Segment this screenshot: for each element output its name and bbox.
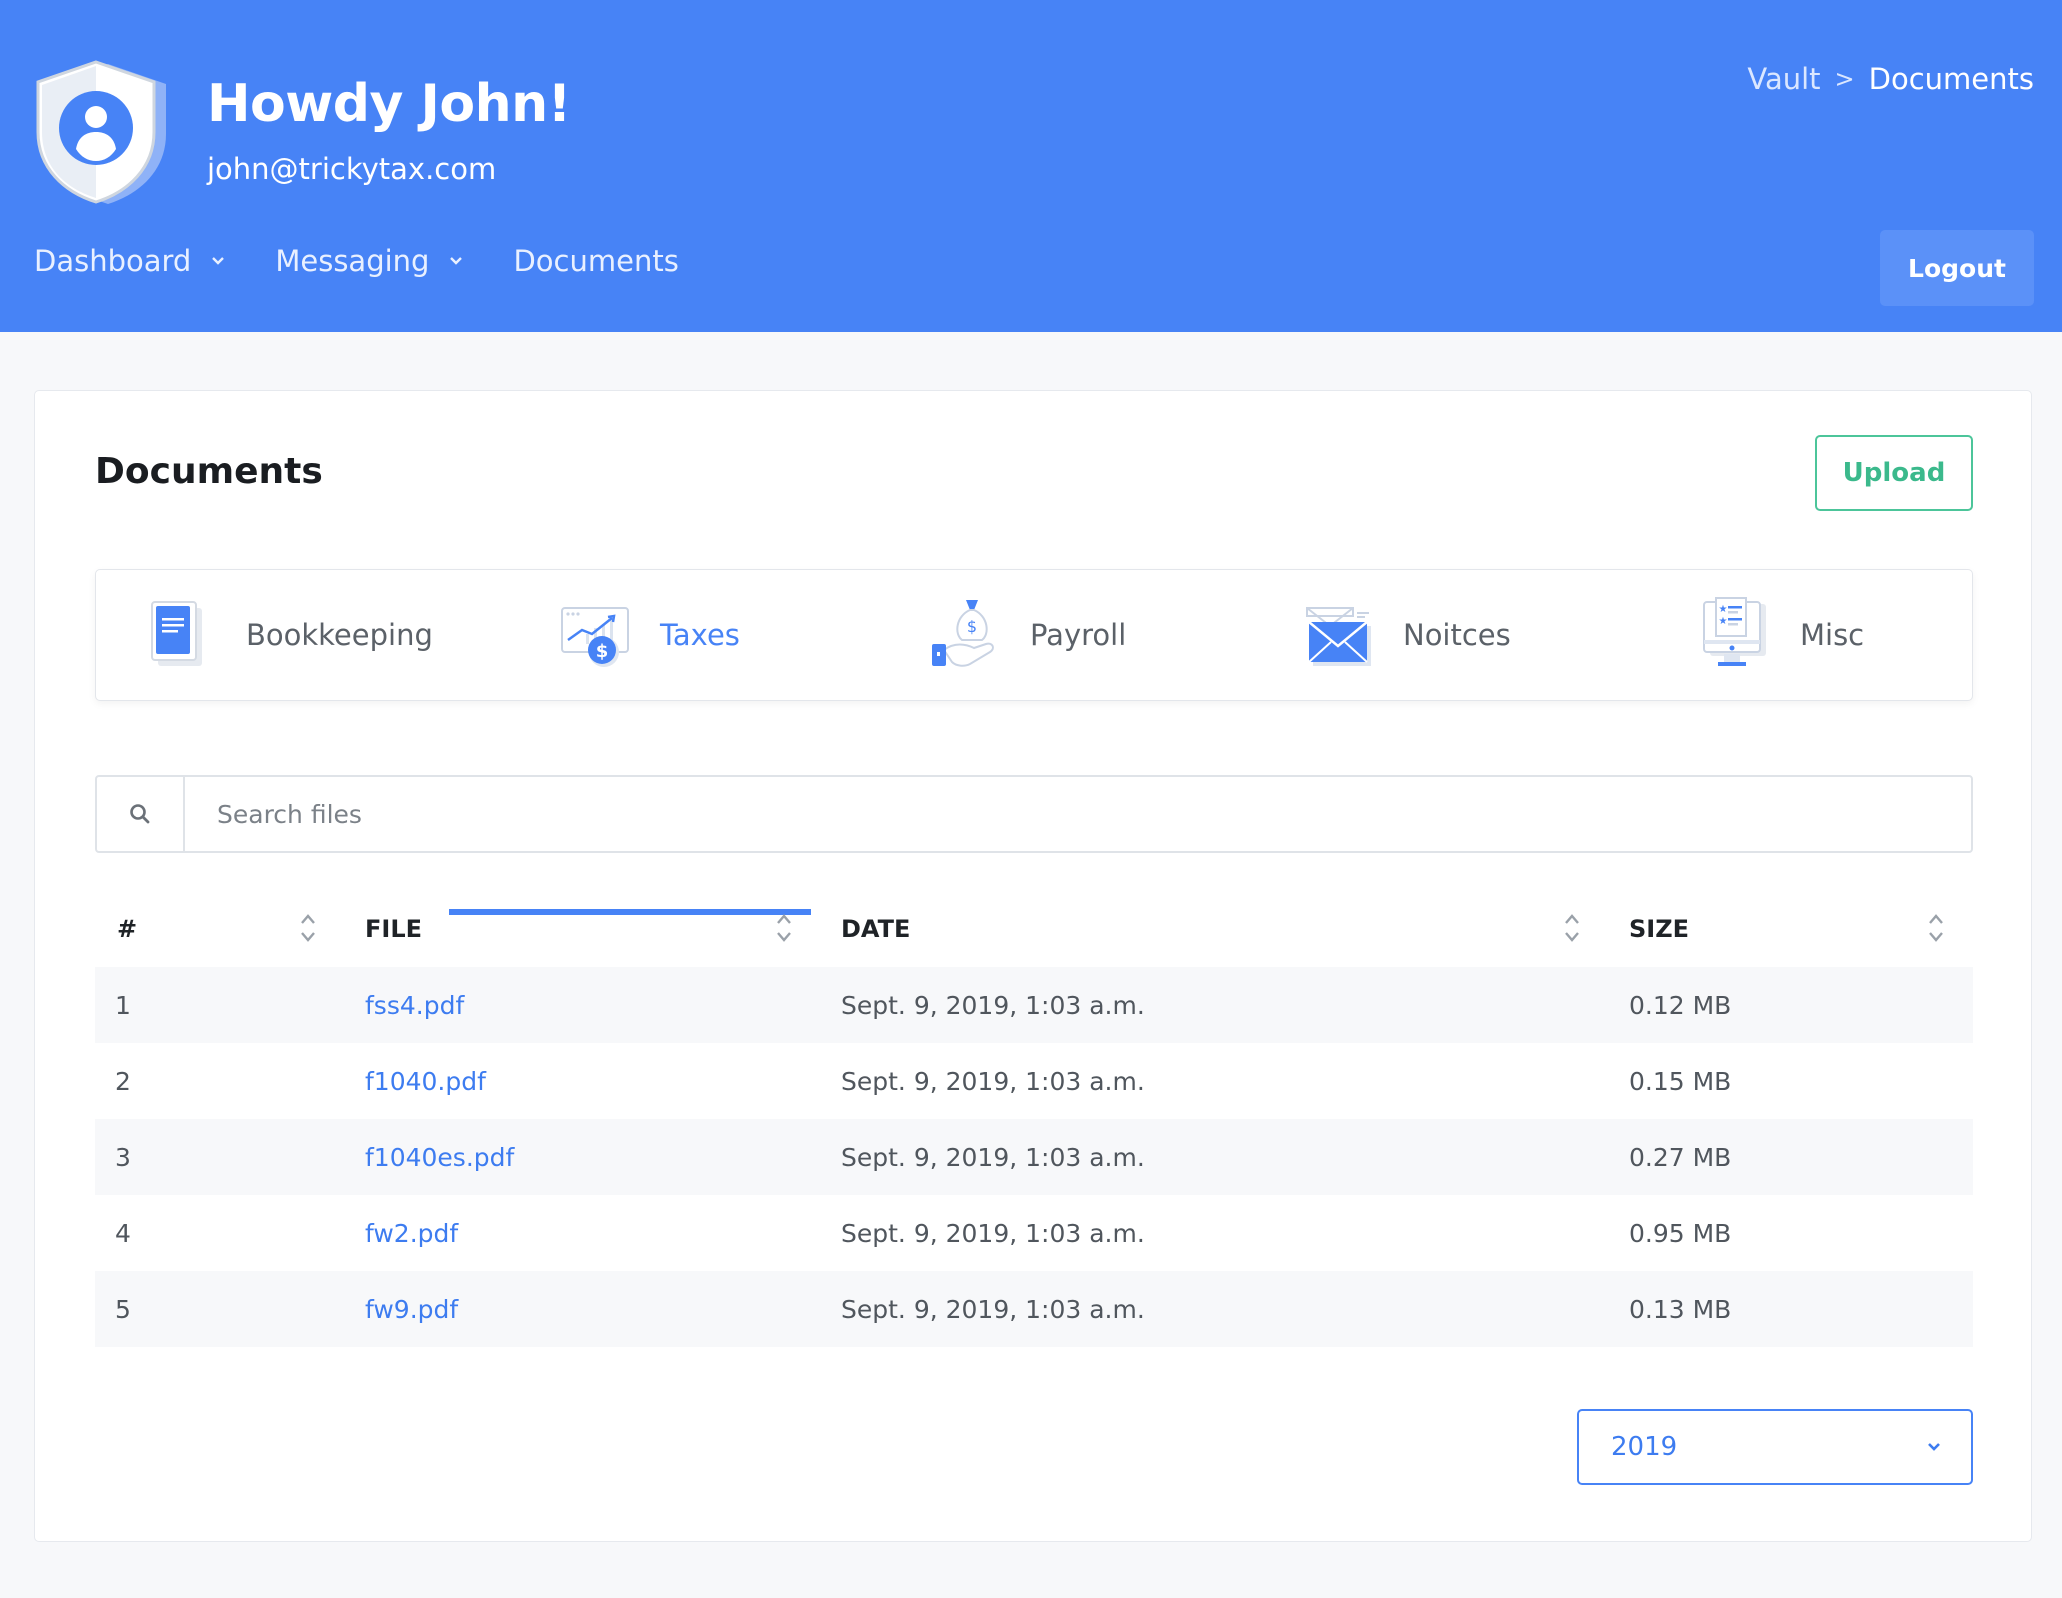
envelope-icon [1306, 607, 1371, 666]
tab-bookkeeping[interactable]: Bookkeeping [142, 570, 433, 700]
svg-text:★: ★ [1719, 616, 1728, 627]
breadcrumb-separator: > [1834, 65, 1855, 93]
table-row: 3 f1040es.pdf Sept. 9, 2019, 1:03 a.m. 0… [95, 1119, 1973, 1195]
tab-noitces-label: Noitces [1403, 618, 1511, 652]
nav-dashboard[interactable]: Dashboard [34, 244, 225, 278]
search-input[interactable] [187, 777, 1967, 851]
table-row: 4 fw2.pdf Sept. 9, 2019, 1:03 a.m. 0.95 … [95, 1195, 1973, 1271]
row-size: 0.15 MB [1629, 1066, 1732, 1096]
sort-icon[interactable] [775, 911, 793, 945]
row-size: 0.95 MB [1629, 1218, 1732, 1248]
page-title: Documents [95, 451, 323, 492]
column-header-date[interactable]: DATE [841, 891, 910, 967]
breadcrumb: Vault > Documents [1747, 62, 2034, 96]
tab-bookkeeping-label: Bookkeeping [246, 618, 433, 652]
row-date: Sept. 9, 2019, 1:03 a.m. [841, 1218, 1145, 1248]
table-row: 1 fss4.pdf Sept. 9, 2019, 1:03 a.m. 0.12… [95, 967, 1973, 1043]
sort-icon[interactable] [299, 911, 317, 945]
column-header-date-label: DATE [841, 915, 911, 943]
file-link[interactable]: f1040es.pdf [365, 1119, 514, 1195]
year-select[interactable]: 2019 [1577, 1409, 1973, 1485]
sort-icon[interactable] [1563, 911, 1581, 945]
column-header-number[interactable]: # [117, 891, 137, 967]
row-number: 5 [115, 1294, 131, 1324]
row-number: 2 [115, 1066, 131, 1096]
column-header-file-label: FILE [365, 915, 423, 943]
monitor-form-icon: ★ ★ [1703, 597, 1766, 666]
breadcrumb-current: Documents [1868, 62, 2034, 96]
nav-documents[interactable]: Documents [513, 244, 678, 278]
svg-text:$: $ [596, 641, 609, 662]
table-row: 2 f1040.pdf Sept. 9, 2019, 1:03 a.m. 0.1… [95, 1043, 1973, 1119]
table-header: # FILE DATE SIZE [95, 891, 1973, 967]
category-tabs: Bookkeeping $ Taxes $ Payroll Noitces ★ … [95, 569, 1973, 701]
row-number: 3 [115, 1142, 131, 1172]
chevron-down-icon [212, 257, 225, 265]
row-date: Sept. 9, 2019, 1:03 a.m. [841, 1294, 1145, 1324]
documents-card: Documents Upload Bookkeeping $ Taxes $ P… [34, 390, 2032, 1542]
tab-taxes[interactable]: $ Taxes [556, 570, 740, 700]
main-nav: Dashboard Messaging Documents [34, 244, 679, 278]
chevron-down-icon [450, 257, 463, 265]
row-date: Sept. 9, 2019, 1:03 a.m. [841, 1142, 1145, 1172]
column-header-file[interactable]: FILE [365, 891, 422, 967]
book-icon [151, 601, 202, 666]
sort-icon[interactable] [1927, 911, 1945, 945]
table-row: 5 fw9.pdf Sept. 9, 2019, 1:03 a.m. 0.13 … [95, 1271, 1973, 1347]
svg-text:$: $ [967, 617, 977, 636]
column-header-number-label: # [117, 915, 138, 943]
row-number: 4 [115, 1218, 131, 1248]
user-email: john@trickytax.com [207, 152, 497, 186]
row-size: 0.12 MB [1629, 990, 1732, 1020]
column-header-size[interactable]: SIZE [1629, 891, 1689, 967]
shield-user-icon [36, 60, 166, 204]
year-select-value: 2019 [1611, 1432, 1678, 1462]
nav-documents-label: Documents [513, 244, 679, 278]
row-date: Sept. 9, 2019, 1:03 a.m. [841, 990, 1145, 1020]
column-header-size-label: SIZE [1629, 915, 1690, 943]
nav-messaging-label: Messaging [275, 244, 430, 278]
nav-messaging[interactable]: Messaging [275, 244, 463, 278]
tab-payroll-label: Payroll [1030, 618, 1127, 652]
search-button[interactable] [97, 777, 185, 851]
tab-noitces[interactable]: Noitces [1299, 570, 1511, 700]
tab-taxes-label: Taxes [660, 618, 740, 652]
search-bar [95, 775, 1973, 853]
chevron-down-icon [1928, 1443, 1940, 1451]
search-icon [130, 804, 150, 824]
nav-dashboard-label: Dashboard [34, 244, 192, 278]
row-date: Sept. 9, 2019, 1:03 a.m. [841, 1066, 1145, 1096]
file-link[interactable]: f1040.pdf [365, 1043, 486, 1119]
tab-misc[interactable]: ★ ★ Misc [1696, 570, 1864, 700]
file-link[interactable]: fw2.pdf [365, 1195, 458, 1271]
breadcrumb-vault-link[interactable]: Vault [1747, 62, 1820, 96]
top-header: Howdy John! john@trickytax.com Vault > D… [0, 0, 2062, 332]
money-bag-hand-icon: $ [932, 600, 994, 667]
row-size: 0.27 MB [1629, 1142, 1732, 1172]
greeting-title: Howdy John! [207, 74, 571, 134]
files-table: # FILE DATE SIZE 1 fss4.pdf Sept. 9, 201… [95, 891, 1973, 1347]
row-number: 1 [115, 990, 131, 1020]
row-size: 0.13 MB [1629, 1294, 1732, 1324]
tab-misc-label: Misc [1800, 618, 1865, 652]
logout-button[interactable]: Logout [1880, 230, 2034, 306]
upload-button[interactable]: Upload [1815, 435, 1973, 511]
tax-chart-icon: $ [561, 607, 629, 667]
svg-text:★: ★ [1719, 604, 1728, 615]
tab-payroll[interactable]: $ Payroll [926, 570, 1126, 700]
file-link[interactable]: fss4.pdf [365, 967, 464, 1043]
file-link[interactable]: fw9.pdf [365, 1271, 458, 1347]
